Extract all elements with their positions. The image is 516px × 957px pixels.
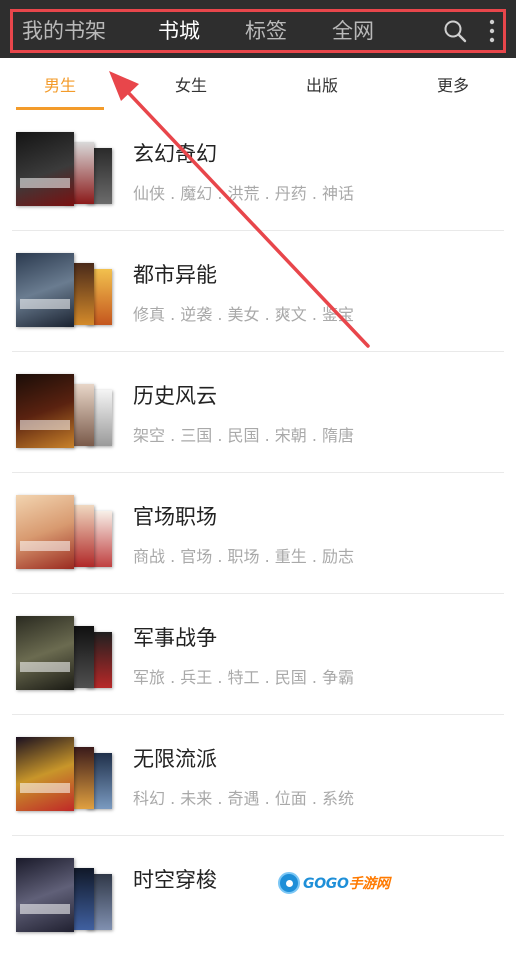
category-tags: 科幻 . 未来 . 奇遇 . 位面 . 系统: [133, 789, 355, 808]
category-cover: [16, 495, 114, 571]
search-icon[interactable]: [443, 19, 467, 43]
list-item[interactable]: 都市异能 修真 . 逆袭 . 美女 . 爽文 . 鉴宝: [0, 231, 516, 352]
more-vertical-icon[interactable]: [487, 18, 497, 44]
category-tags: 修真 . 逆袭 . 美女 . 爽文 . 鉴宝: [133, 305, 355, 324]
list-item[interactable]: 军事战争 军旅 . 兵王 . 特工 . 民国 . 争霸: [0, 594, 516, 715]
gogo-logo-icon: [278, 872, 300, 894]
subtab-published[interactable]: 出版: [278, 58, 366, 110]
list-item[interactable]: 无限流派 科幻 . 未来 . 奇遇 . 位面 . 系统: [0, 715, 516, 836]
category-cover: [16, 858, 114, 934]
tab-whole-web[interactable]: 全网: [332, 20, 374, 42]
category-tags: 商战 . 官场 . 职场 . 重生 . 励志: [133, 547, 355, 566]
category-cover: [16, 374, 114, 450]
category-title: 军事战争: [133, 626, 217, 650]
tab-bookstore[interactable]: 书城: [158, 20, 200, 42]
category-list: 玄幻奇幻 仙侠 . 魔幻 . 洪荒 . 丹药 . 神话 都市异能 修真 . 逆袭…: [0, 110, 516, 957]
subtab-more[interactable]: 更多: [409, 58, 497, 110]
subtab-male[interactable]: 男生: [16, 58, 104, 110]
category-title: 历史风云: [133, 384, 217, 408]
category-subtabs: 男生 女生 出版 更多: [0, 58, 516, 110]
watermark-text: GOGO手游网: [303, 876, 390, 892]
category-cover: [16, 132, 114, 208]
category-title: 都市异能: [133, 263, 217, 287]
category-tags: 仙侠 . 魔幻 . 洪荒 . 丹药 . 神话: [133, 184, 355, 203]
list-item[interactable]: 历史风云 架空 . 三国 . 民国 . 宋朝 . 隋唐: [0, 352, 516, 473]
watermark-logo: GOGO手游网: [278, 871, 390, 895]
category-tags: 军旅 . 兵王 . 特工 . 民国 . 争霸: [133, 668, 355, 687]
category-cover: [16, 737, 114, 813]
subtab-female[interactable]: 女生: [147, 58, 235, 110]
list-item[interactable]: 时空穿梭: [0, 836, 516, 957]
category-title: 无限流派: [133, 747, 217, 771]
list-item[interactable]: 官场职场 商战 . 官场 . 职场 . 重生 . 励志: [0, 473, 516, 594]
top-nav-highlight: 我的书架 书城 标签 全网: [10, 9, 506, 53]
category-title: 玄幻奇幻: [133, 142, 217, 166]
tab-tags[interactable]: 标签: [245, 20, 287, 42]
tab-bookshelf[interactable]: 我的书架: [22, 20, 106, 42]
top-bar: 我的书架 书城 标签 全网: [0, 0, 516, 58]
category-title: 时空穿梭: [133, 868, 217, 892]
category-tags: 架空 . 三国 . 民国 . 宋朝 . 隋唐: [133, 426, 355, 445]
category-cover: [16, 253, 114, 329]
category-cover: [16, 616, 114, 692]
list-item[interactable]: 玄幻奇幻 仙侠 . 魔幻 . 洪荒 . 丹药 . 神话: [0, 110, 516, 231]
category-title: 官场职场: [133, 505, 217, 529]
